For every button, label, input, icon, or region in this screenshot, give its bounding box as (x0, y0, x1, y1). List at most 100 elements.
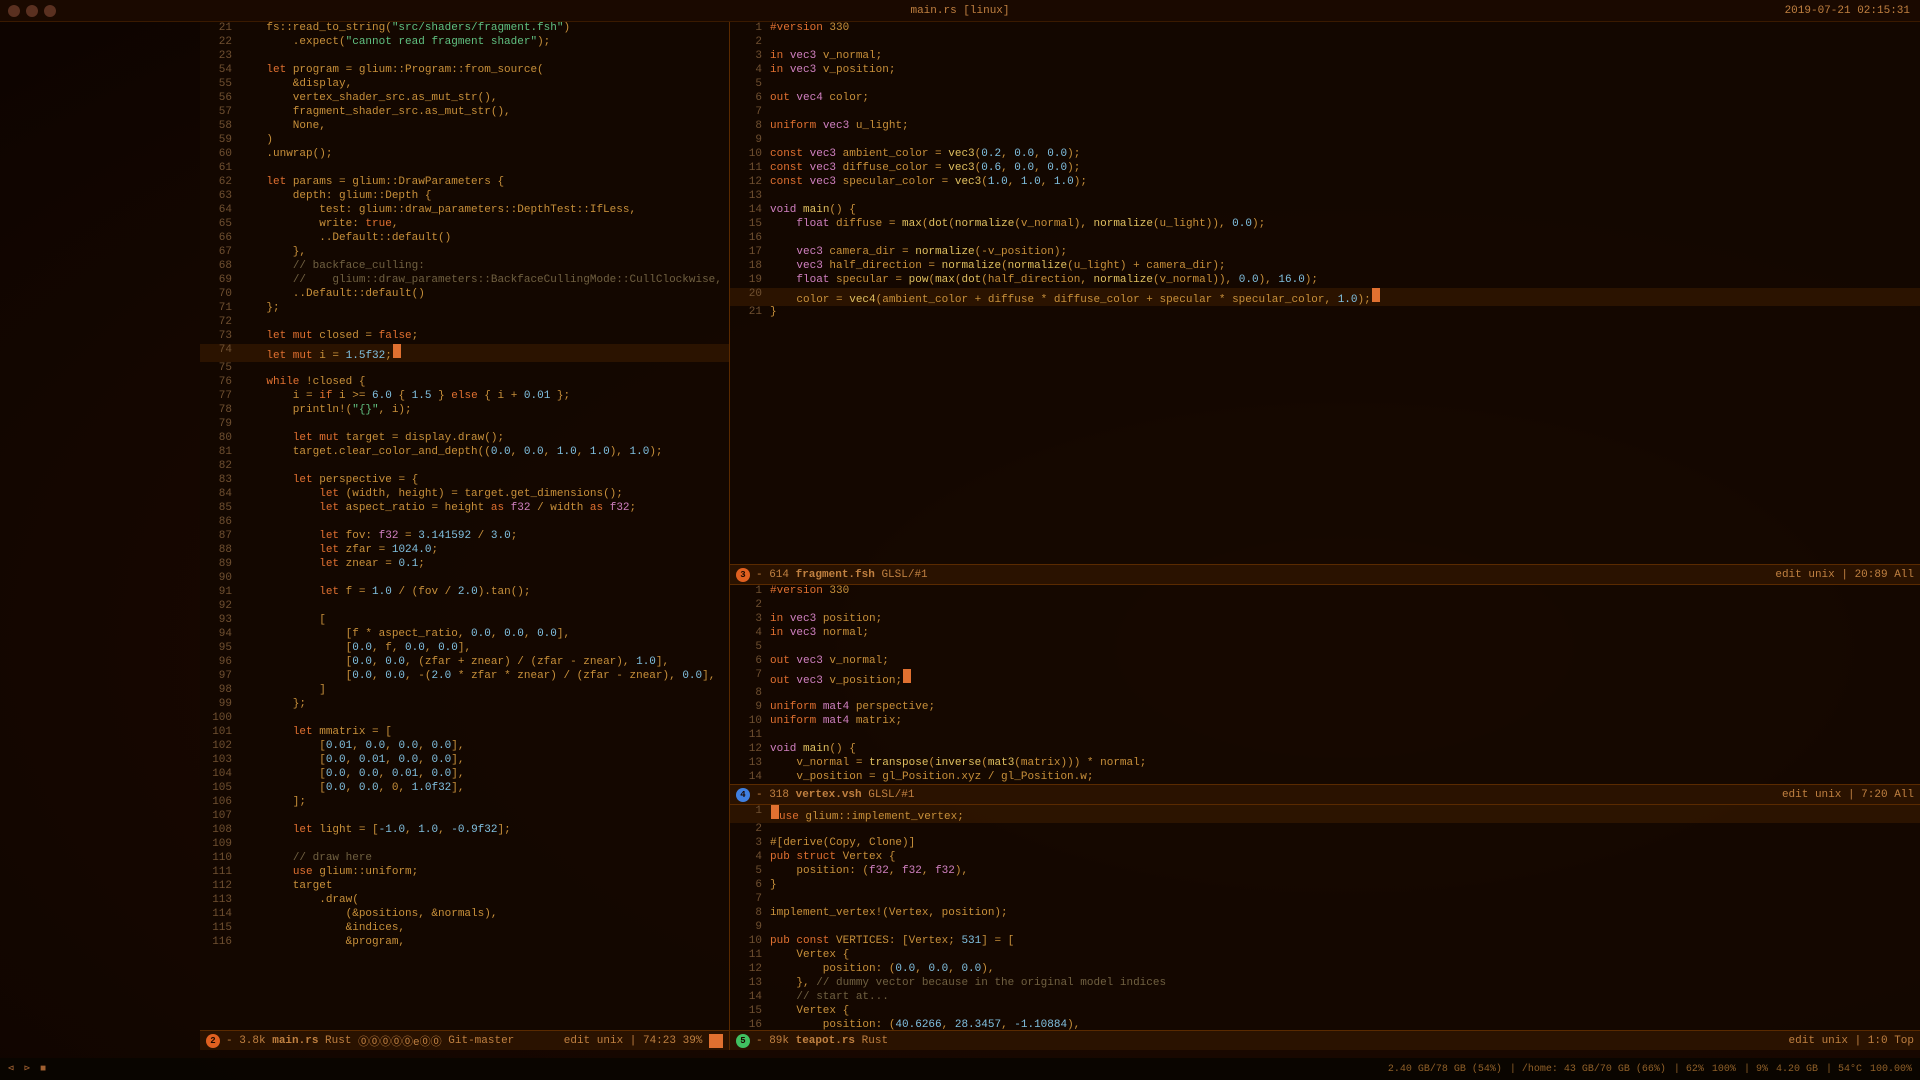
code-line: 104 [0.0, 0.0, 0.01, 0.0], (200, 768, 729, 782)
code-line: 6out vec3 v_normal; (730, 655, 1920, 669)
code-line: 13 (730, 190, 1920, 204)
code-line: 116 &program, (200, 936, 729, 950)
code-line: 12void main() { (730, 743, 1920, 757)
all-label: All (1894, 569, 1914, 581)
code-line: 1#version 330 (730, 22, 1920, 36)
position: 74:23 (643, 1035, 683, 1047)
code-line: 23 (200, 50, 729, 64)
code-line: 64 test: glium::draw_parameters::DepthTe… (200, 204, 729, 218)
code-area-fragment[interactable]: 1#version 330 2 3in vec3 v_normal; 4in v… (730, 22, 1920, 564)
code-line: 66 ..Default::default() (200, 232, 729, 246)
code-line: 81 target.clear_color_and_depth((0.0, 0.… (200, 446, 729, 460)
pane-indicator: 2 (206, 1034, 220, 1048)
code-line: 11const vec3 diffuse_color = vec3(0.6, 0… (730, 162, 1920, 176)
code-line: 56 vertex_shader_src.as_mut_str(), (200, 92, 729, 106)
filetype: GLSL/#1 (881, 569, 927, 581)
code-line: 88 let zfar = 1024.0; (200, 544, 729, 558)
code-line: 115 &indices, (200, 922, 729, 936)
code-line: 15 Vertex { (730, 1005, 1920, 1019)
code-line: 108 let light = [-1.0, 1.0, -0.9f32]; (200, 824, 729, 838)
os: unix | (1815, 789, 1861, 801)
code-line: 12 position: (0.0, 0.0, 0.0), (730, 963, 1920, 977)
code-line: 72 (200, 316, 729, 330)
pane-teapot-rs[interactable]: 1use glium::implement_vertex; 2 3#[deriv… (730, 805, 1920, 1050)
code-line: 2 (730, 823, 1920, 837)
code-line: 2 (730, 36, 1920, 50)
pane-indicator: 4 (736, 788, 750, 802)
mode: edit (1775, 569, 1808, 581)
titlebar: main.rs [linux] 2019-07-21 02:15:31 (0, 0, 1920, 22)
code-line: 78 println!("{}", i); (200, 404, 729, 418)
code-line: 3in vec3 v_normal; (730, 50, 1920, 64)
temp: | 54°C (1826, 1064, 1862, 1075)
code-line: 58 None, (200, 120, 729, 134)
pane-indicator: 3 (736, 568, 750, 582)
scroll-indicator (709, 1034, 723, 1048)
pane-vertex-vsh[interactable]: 1#version 330 2 3in vec3 position; 4in v… (730, 585, 1920, 805)
system-bar: ⊲ ⊳ ■ 2.40 GB/78 GB (54%) | /home: 43 GB… (0, 1058, 1920, 1080)
code-line: 109 (200, 838, 729, 852)
filename: teapot.rs (796, 1035, 862, 1047)
code-line: 86 (200, 516, 729, 530)
code-line: 8 (730, 687, 1920, 701)
code-line: 111 use glium::uniform; (200, 866, 729, 880)
git-branch: ⓪⓪⓪⓪⓪e⓪⓪ (358, 1033, 448, 1049)
code-line: 10pub const VERTICES: [Vertex; 531] = [ (730, 935, 1920, 949)
stop-icon[interactable]: ■ (40, 1064, 46, 1075)
code-line: 69 // glium::draw_parameters::BackfaceCu… (200, 274, 729, 288)
code-line: 77 i = if i >= 6.0 { 1.5 } else { i + 0.… (200, 390, 729, 404)
code-line: 11 Vertex { (730, 949, 1920, 963)
code-line: 105 [0.0, 0.0, 0, 1.0f32], (200, 782, 729, 796)
code-line: 3#[derive(Copy, Clone)] (730, 837, 1920, 851)
code-line: 9 (730, 921, 1920, 935)
code-line: 16 (730, 232, 1920, 246)
code-line: 82 (200, 460, 729, 474)
code-line: 59 ) (200, 134, 729, 148)
code-line: 12const vec3 specular_color = vec3(1.0, … (730, 176, 1920, 190)
code-line: 85 let aspect_ratio = height as f32 / wi… (200, 502, 729, 516)
code-line: 6} (730, 879, 1920, 893)
code-line: 94 [f * aspect_ratio, 0.0, 0.0, 0.0], (200, 628, 729, 642)
code-line: 19 float specular = pow(max(dot(half_dir… (730, 274, 1920, 288)
close-button[interactable] (8, 5, 20, 17)
code-line: 114 (&positions, &normals), (200, 908, 729, 922)
code-line: 62 let params = glium::DrawParameters { (200, 176, 729, 190)
code-line: 103 [0.0, 0.01, 0.0, 0.0], (200, 754, 729, 768)
code-line: 89 let znear = 0.1; (200, 558, 729, 572)
statusbar-fragment-top: 3 - 614 fragment.fsh GLSL/#1 edit unix |… (730, 564, 1920, 584)
code-line: 95 [0.0, f, 0.0, 0.0], (200, 642, 729, 656)
pane-fragment-fsh[interactable]: 1#version 330 2 3in vec3 v_normal; 4in v… (730, 22, 1920, 585)
code-area-main-rs[interactable]: 21 fs::read_to_string("src/shaders/fragm… (200, 22, 729, 1030)
code-line: 100 (200, 712, 729, 726)
code-line: 99 }; (200, 698, 729, 712)
code-line: 61 (200, 162, 729, 176)
code-line: 55 &display, (200, 78, 729, 92)
code-line: 9 (730, 134, 1920, 148)
minimize-button[interactable] (26, 5, 38, 17)
line-count: - 318 (756, 789, 796, 801)
code-line: 90 (200, 572, 729, 586)
code-line: 101 let mmatrix = [ (200, 726, 729, 740)
code-line: 15 float diffuse = max(dot(normalize(v_n… (730, 218, 1920, 232)
code-line: 20 color = vec4(ambient_color + diffuse … (730, 288, 1920, 306)
code-area-vertex[interactable]: 1#version 330 2 3in vec3 position; 4in v… (730, 585, 1920, 784)
editor-container: 21 fs::read_to_string("src/shaders/fragm… (200, 22, 1920, 1050)
statusbar-vertex: 4 - 318 vertex.vsh GLSL/#1 edit unix | 7… (730, 784, 1920, 804)
code-area-teapot[interactable]: 1use glium::implement_vertex; 2 3#[deriv… (730, 805, 1920, 1030)
filename: fragment.fsh (796, 569, 882, 581)
code-line: 73 let mut closed = false; (200, 330, 729, 344)
play-icon[interactable]: ⊳ (24, 1063, 30, 1075)
code-line: 54 let program = glium::Program::from_so… (200, 64, 729, 78)
position: 20:89 (1855, 569, 1895, 581)
code-line: 8uniform vec3 u_light; (730, 120, 1920, 134)
line-count: - 614 (756, 569, 796, 581)
filetype: GLSL/#1 (868, 789, 914, 801)
code-line: 107 (200, 810, 729, 824)
scroll-top: Top (1894, 1035, 1914, 1047)
code-line: 84 let (width, height) = target.get_dime… (200, 488, 729, 502)
play-back-icon[interactable]: ⊲ (8, 1063, 14, 1075)
window-title: main.rs [linux] (910, 5, 1009, 17)
maximize-button[interactable] (44, 5, 56, 17)
pane-main-rs[interactable]: 21 fs::read_to_string("src/shaders/fragm… (200, 22, 730, 1050)
code-line: 71 }; (200, 302, 729, 316)
